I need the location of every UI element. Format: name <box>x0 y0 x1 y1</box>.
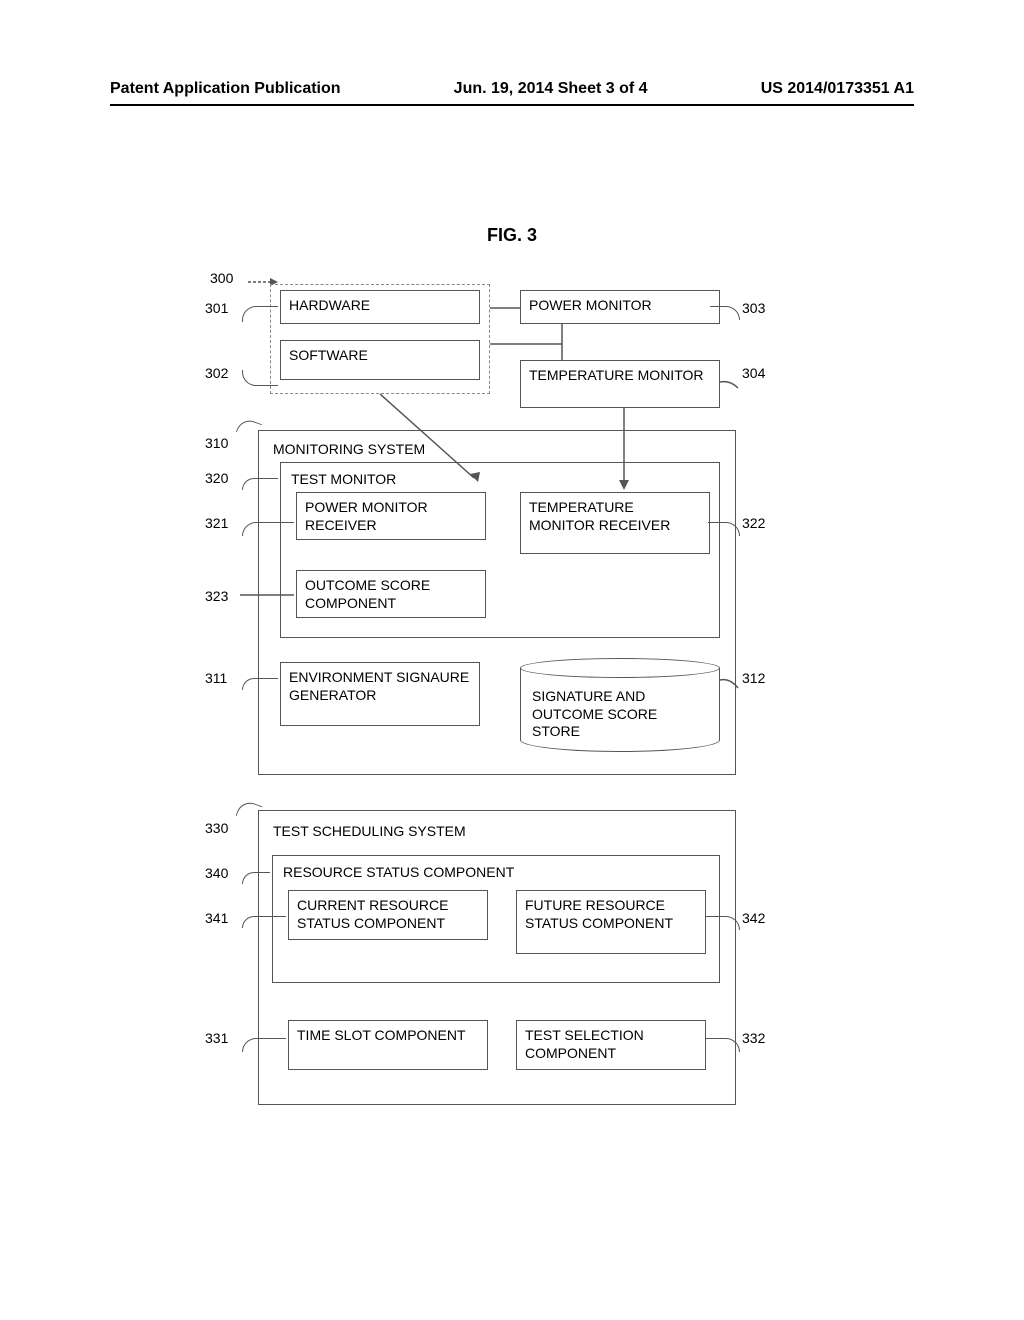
ref-322: 322 <box>742 515 765 531</box>
figure-title: FIG. 3 <box>0 225 1024 246</box>
software-label: SOFTWARE <box>289 347 368 363</box>
ref-304: 304 <box>742 365 765 381</box>
resource-status-label: RESOURCE STATUS COMPONENT <box>283 864 514 880</box>
current-resource-label: CURRENT RESOURCE STATUS COMPONENT <box>297 897 448 931</box>
pmr-label: POWER MONITOR RECEIVER <box>305 499 428 533</box>
env-sig-label: ENVIRONMENT SIGNAURE GENERATOR <box>289 669 469 703</box>
power-monitor-label: POWER MONITOR <box>529 297 652 313</box>
sig-store-label: SIGNATURE AND OUTCOME SCORE STORE <box>532 688 708 741</box>
header-center: Jun. 19, 2014 Sheet 3 of 4 <box>454 80 648 98</box>
lead-331 <box>242 1038 286 1052</box>
power-monitor-box: POWER MONITOR <box>520 290 720 324</box>
conn-sw-tm <box>490 342 562 346</box>
temp-monitor-box: TEMPERATURE MONITOR <box>520 360 720 408</box>
lead-311 <box>242 678 278 690</box>
hardware-box: HARDWARE <box>280 290 480 324</box>
time-slot-box: TIME SLOT COMPONENT <box>288 1020 488 1070</box>
current-resource-box: CURRENT RESOURCE STATUS COMPONENT <box>288 890 488 940</box>
ref-320: 320 <box>205 470 228 486</box>
lead-303 <box>710 306 740 320</box>
ref-312: 312 <box>742 670 765 686</box>
outcome-label: OUTCOME SCORE COMPONENT <box>305 577 430 611</box>
conn-pm-tm <box>560 324 564 360</box>
lead-341 <box>242 916 286 928</box>
ref-301: 301 <box>205 300 228 316</box>
pmr-box: POWER MONITOR RECEIVER <box>296 492 486 540</box>
future-resource-box: FUTURE RESOURCE STATUS COMPONENT <box>516 890 706 954</box>
ref-331: 331 <box>205 1030 228 1046</box>
ref-332: 332 <box>742 1030 765 1046</box>
ref-321: 321 <box>205 515 228 531</box>
conn-hw-pm <box>490 306 520 310</box>
ref-340: 340 <box>205 865 228 881</box>
ref-302: 302 <box>205 365 228 381</box>
future-resource-label: FUTURE RESOURCE STATUS COMPONENT <box>525 897 673 931</box>
ref-303: 303 <box>742 300 765 316</box>
header-right: US 2014/0173351 A1 <box>761 80 914 98</box>
test-sched-label: TEST SCHEDULING SYSTEM <box>273 823 466 839</box>
ref-342: 342 <box>742 910 765 926</box>
lead-320 <box>242 478 278 490</box>
lead-321 <box>242 522 294 536</box>
tmr-label: TEMPERATURE MONITOR RECEIVER <box>529 499 670 533</box>
monitoring-system-label: MONITORING SYSTEM <box>273 441 425 457</box>
test-monitor-label: TEST MONITOR <box>291 471 396 487</box>
ref-323: 323 <box>205 588 228 604</box>
lead-302 <box>242 370 278 386</box>
ref-330: 330 <box>205 820 228 836</box>
lead-340 <box>242 872 270 884</box>
ref-311: 311 <box>205 670 227 686</box>
lead-304 <box>720 380 740 390</box>
outcome-box: OUTCOME SCORE COMPONENT <box>296 570 486 618</box>
tmr-box: TEMPERATURE MONITOR RECEIVER <box>520 492 710 554</box>
ref-300: 300 <box>210 270 233 286</box>
page-header: Patent Application Publication Jun. 19, … <box>110 80 914 106</box>
test-selection-label: TEST SELECTION COMPONENT <box>525 1027 644 1061</box>
test-selection-box: TEST SELECTION COMPONENT <box>516 1020 706 1070</box>
temp-monitor-label: TEMPERATURE MONITOR <box>529 367 704 383</box>
hardware-label: HARDWARE <box>289 297 370 313</box>
sig-store-cylinder: SIGNATURE AND OUTCOME SCORE STORE <box>520 658 720 758</box>
time-slot-label: TIME SLOT COMPONENT <box>297 1027 466 1043</box>
software-box: SOFTWARE <box>280 340 480 380</box>
ref-310: 310 <box>205 435 228 451</box>
ref-341: 341 <box>205 910 228 926</box>
header-left: Patent Application Publication <box>110 80 341 98</box>
lead-301 <box>242 306 278 322</box>
env-sig-box: ENVIRONMENT SIGNAURE GENERATOR <box>280 662 480 726</box>
